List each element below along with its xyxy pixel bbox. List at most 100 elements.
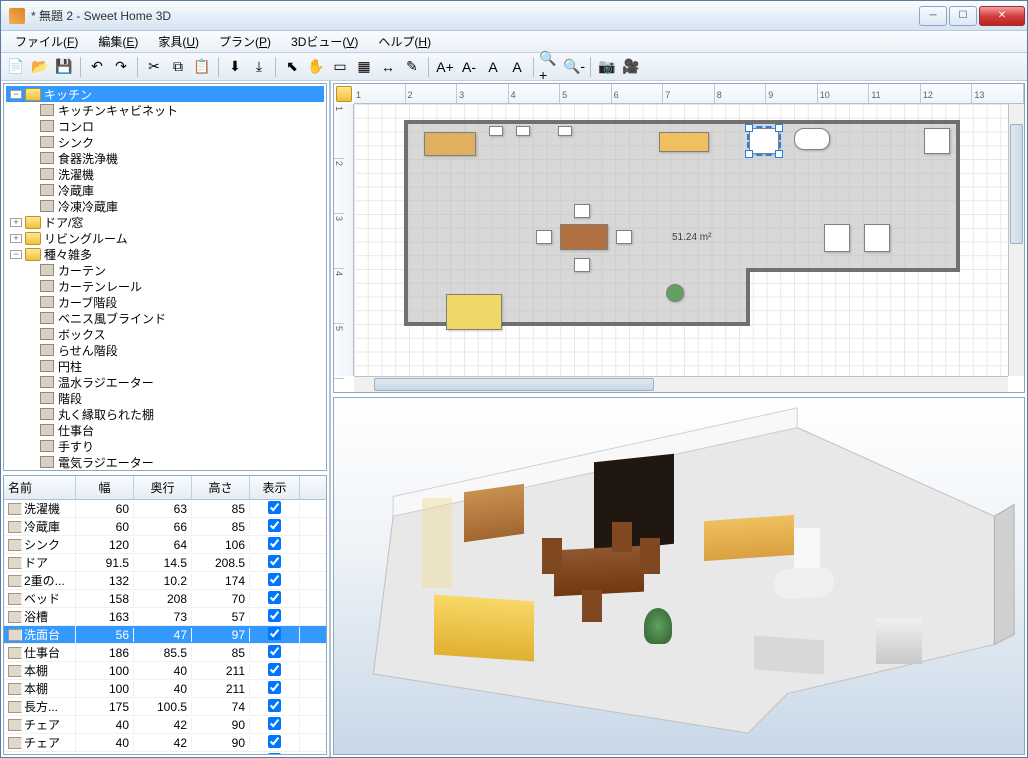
catalog-item[interactable]: カーテンレール xyxy=(6,278,324,294)
scrollbar-thumb[interactable] xyxy=(1010,124,1023,244)
furniture-washbasin[interactable] xyxy=(749,128,779,154)
wall[interactable] xyxy=(404,120,959,124)
cell-visible[interactable] xyxy=(250,735,300,751)
visibility-checkbox[interactable] xyxy=(268,681,281,694)
view-3d[interactable] xyxy=(333,397,1025,755)
menu-e[interactable]: 編集(E) xyxy=(90,31,146,52)
table-row[interactable]: チェア404290 xyxy=(4,734,326,752)
cell-visible[interactable] xyxy=(250,663,300,679)
furniture-window[interactable] xyxy=(558,126,572,136)
visibility-checkbox[interactable] xyxy=(268,753,281,756)
cell-visible[interactable] xyxy=(250,519,300,535)
table-row[interactable]: 仕事台18685.585 xyxy=(4,644,326,662)
catalog-item[interactable]: 階段 xyxy=(6,390,324,406)
catalog-item[interactable]: 電気ラジエーター xyxy=(6,454,324,470)
visibility-checkbox[interactable] xyxy=(268,501,281,514)
furniture-catalog-tree[interactable]: −キッチンキッチンキャビネットコンロシンク食器洗浄機洗濯機冷蔵庫冷凍冷蔵庫+ドア… xyxy=(3,83,327,471)
zoom-in-icon[interactable]: 🔍+ xyxy=(539,56,561,78)
visibility-checkbox[interactable] xyxy=(268,663,281,676)
visibility-checkbox[interactable] xyxy=(268,627,281,640)
table-row[interactable]: 本棚10040211 xyxy=(4,662,326,680)
room-tool-icon[interactable]: ▦ xyxy=(353,56,375,78)
wall-tool-icon[interactable]: ▭ xyxy=(329,56,351,78)
furniture-window[interactable] xyxy=(516,126,530,136)
wall[interactable] xyxy=(404,120,408,326)
catalog-item[interactable]: カーテン xyxy=(6,262,324,278)
column-header[interactable]: 高さ xyxy=(192,476,250,499)
table-row[interactable]: 本棚10040211 xyxy=(4,680,326,698)
catalog-item[interactable]: 洗濯機 xyxy=(6,166,324,182)
visibility-checkbox[interactable] xyxy=(268,555,281,568)
furniture-list-table[interactable]: 名前幅奥行高さ表示 洗濯機606385冷蔵庫606685シンク12064106ド… xyxy=(3,475,327,755)
furniture-workbench[interactable] xyxy=(659,132,709,152)
visibility-checkbox[interactable] xyxy=(268,699,281,712)
furniture-chair[interactable] xyxy=(574,258,590,272)
column-header[interactable]: 幅 xyxy=(76,476,134,499)
catalog-item[interactable]: ベニス風ブラインド xyxy=(6,310,324,326)
expand-icon[interactable]: + xyxy=(10,234,22,243)
column-header[interactable]: 表示 xyxy=(250,476,300,499)
video-icon[interactable]: 🎥 xyxy=(620,56,642,78)
visibility-checkbox[interactable] xyxy=(268,717,281,730)
cell-visible[interactable] xyxy=(250,537,300,553)
catalog-item[interactable]: 手すり xyxy=(6,438,324,454)
furniture-chair[interactable] xyxy=(574,204,590,218)
scrollbar-thumb[interactable] xyxy=(374,378,654,391)
menu-h[interactable]: ヘルプ(H) xyxy=(370,31,439,52)
furniture-window[interactable] xyxy=(489,126,503,136)
catalog-item[interactable]: らせん階段 xyxy=(6,342,324,358)
catalog-item[interactable]: 冷凍冷蔵庫 xyxy=(6,198,324,214)
import-icon[interactable]: ⤓ xyxy=(248,56,270,78)
cell-visible[interactable] xyxy=(250,573,300,589)
furniture-plant[interactable] xyxy=(666,284,684,302)
plan-2d-view[interactable]: 12345678910111213 12345 xyxy=(333,83,1025,393)
text-bigger-icon[interactable]: A+ xyxy=(434,56,456,78)
visibility-checkbox[interactable] xyxy=(268,519,281,532)
table-row[interactable]: ベッド15820870 xyxy=(4,590,326,608)
wall[interactable] xyxy=(746,270,750,326)
table-row[interactable]: チェア404290 xyxy=(4,752,326,755)
catalog-item[interactable]: カーブ階段 xyxy=(6,294,324,310)
cell-visible[interactable] xyxy=(250,645,300,661)
furniture-table[interactable] xyxy=(560,224,608,250)
catalog-item[interactable]: 仕事台 xyxy=(6,422,324,438)
cut-icon[interactable]: ✂ xyxy=(143,56,165,78)
table-row[interactable]: チェア404290 xyxy=(4,716,326,734)
cell-visible[interactable] xyxy=(250,717,300,733)
visibility-checkbox[interactable] xyxy=(268,735,281,748)
furniture-workbench[interactable] xyxy=(424,132,476,156)
menu-v[interactable]: 3Dビュー(V) xyxy=(283,31,366,52)
select-tool-icon[interactable]: ⬉ xyxy=(281,56,303,78)
catalog-category[interactable]: +ドア/窓 xyxy=(6,214,324,230)
furniture-bed[interactable] xyxy=(446,294,502,330)
minimize-button[interactable]: ─ xyxy=(919,6,947,26)
menu-u[interactable]: 家具(U) xyxy=(150,31,207,52)
close-button[interactable]: ✕ xyxy=(979,6,1025,26)
collapse-icon[interactable]: − xyxy=(10,90,22,99)
zoom-out-icon[interactable]: 🔍- xyxy=(563,56,585,78)
furniture-bathtub[interactable] xyxy=(794,128,830,150)
new-icon[interactable]: 📄 xyxy=(5,56,27,78)
catalog-item[interactable]: 食器洗浄機 xyxy=(6,150,324,166)
catalog-item[interactable]: ボックス xyxy=(6,326,324,342)
table-row[interactable]: シンク12064106 xyxy=(4,536,326,554)
table-row[interactable]: 洗面台564797 xyxy=(4,626,326,644)
collapse-icon[interactable]: − xyxy=(10,250,22,259)
open-icon[interactable]: 📂 xyxy=(29,56,51,78)
maximize-button[interactable]: ☐ xyxy=(949,6,977,26)
catalog-category[interactable]: +リビングルーム xyxy=(6,230,324,246)
redo-icon[interactable]: ↷ xyxy=(110,56,132,78)
table-row[interactable]: 2重の...13210.2174 xyxy=(4,572,326,590)
furniture-bookcase[interactable] xyxy=(824,224,850,252)
column-header[interactable]: 名前 xyxy=(4,476,76,499)
table-row[interactable]: 長方...175100.574 xyxy=(4,698,326,716)
furniture-washer[interactable] xyxy=(924,128,950,154)
catalog-category[interactable]: −種々雑多 xyxy=(6,246,324,262)
wall[interactable] xyxy=(956,120,960,272)
add-furniture-icon[interactable]: ⬇ xyxy=(224,56,246,78)
cell-visible[interactable] xyxy=(250,555,300,571)
table-row[interactable]: 冷蔵庫606685 xyxy=(4,518,326,536)
catalog-item[interactable]: シンク xyxy=(6,134,324,150)
table-row[interactable]: 洗濯機606385 xyxy=(4,500,326,518)
dimension-tool-icon[interactable]: ↔ xyxy=(377,56,399,78)
